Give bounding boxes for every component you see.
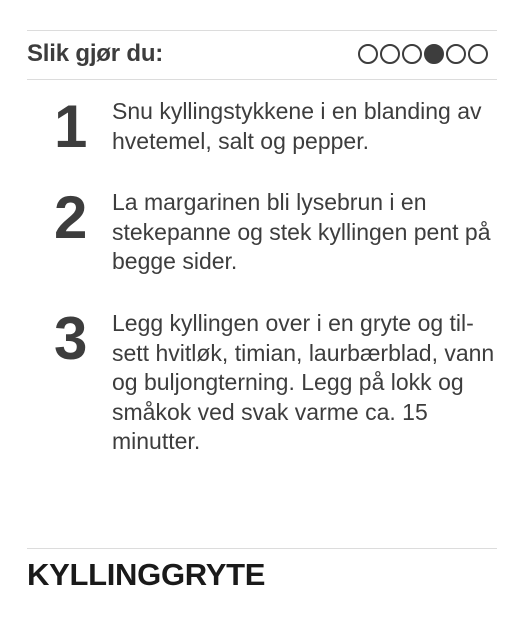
step-text: Snu kyllingstykkene i en blanding av hve… [112,98,482,154]
step-text: La margarinen bli lysebrun i en stekepan… [112,189,491,274]
top-divider [27,30,497,31]
progress-dot-6[interactable] [468,44,488,64]
progress-dot-2[interactable] [380,44,400,64]
progress-dot-5[interactable] [446,44,466,64]
step-2: 2 La margarinen bli lysebrun i en stekep… [54,188,504,277]
step-3: 3 Legg kyllingen over i en gryte og til-… [54,309,504,457]
step-1: 1 Snu kyllingstykkene i en blanding av h… [54,97,504,157]
step-number: 1 [54,93,87,160]
step-number: 3 [54,305,87,372]
recipe-title: KYLLINGGRYTE [27,557,266,592]
progress-dot-4[interactable] [424,44,444,64]
section-title: Slik gjør du: [27,40,164,67]
progress-dot-1[interactable] [358,44,378,64]
progress-dot-3[interactable] [402,44,422,64]
step-number: 2 [54,184,87,251]
header-divider [27,79,497,80]
step-progress-indicator [358,44,488,64]
step-text: Legg kyllingen over i en gryte og til-se… [112,310,495,454]
footer-divider [27,548,497,549]
